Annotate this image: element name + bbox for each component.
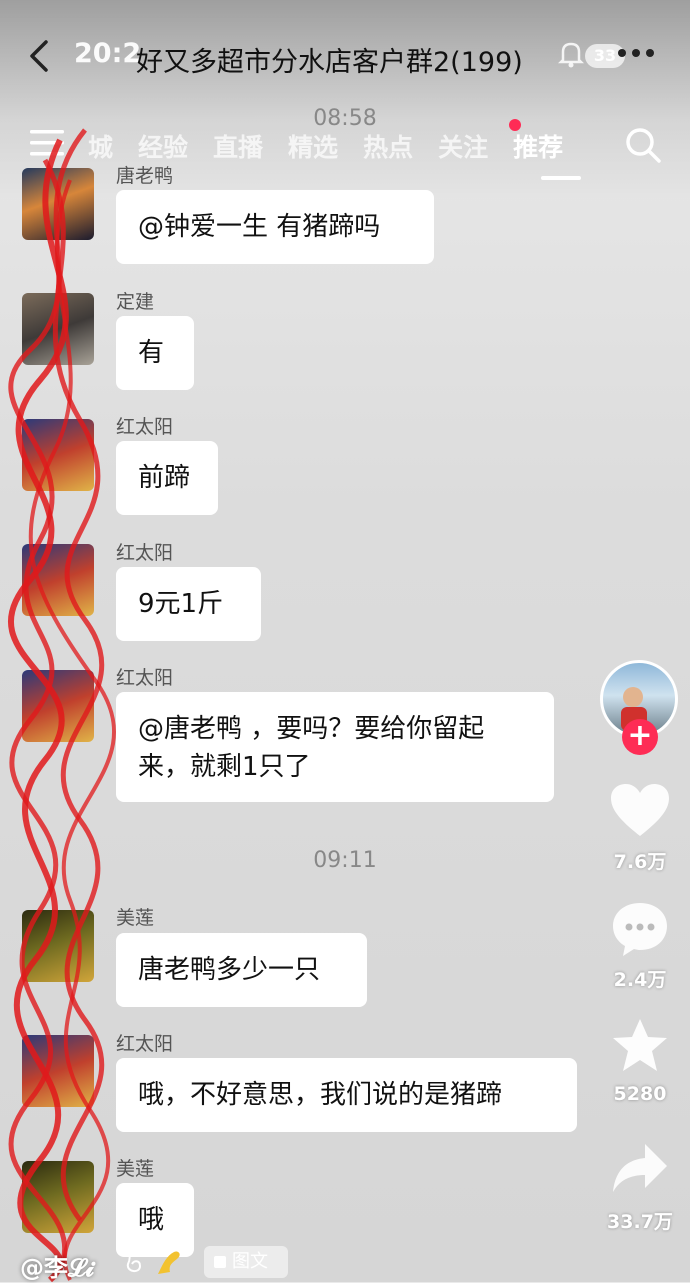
sender-name: 红太阳	[116, 1033, 174, 1055]
back-icon[interactable]	[22, 38, 58, 74]
sender-name: 红太阳	[116, 667, 174, 689]
sender-name: 唐老鸭	[116, 165, 174, 187]
tab-mall[interactable]: 城	[88, 128, 113, 164]
avatar[interactable]	[22, 419, 94, 491]
more-icon[interactable]	[612, 38, 660, 68]
feed-tabs: 城 经验 直播 精选 热点 关注 推荐	[88, 128, 588, 164]
message-bubble: @钟爱一生 有猪蹄吗	[116, 190, 434, 264]
top-overlay	[0, 0, 690, 200]
share-count: 33.7万	[607, 1211, 673, 1233]
group-title: 好又多超市分水店客户群2(199)	[136, 47, 523, 78]
message-bubble: 唐老鸭多少一只	[116, 933, 367, 1007]
sender-name: 红太阳	[116, 542, 174, 564]
bell-icon	[557, 40, 585, 68]
avatar[interactable]	[22, 1035, 94, 1107]
author-handle[interactable]: @李𝓛𝓲	[20, 1248, 94, 1283]
tab-live[interactable]: 直播	[213, 128, 263, 164]
share-icon[interactable]	[609, 1140, 671, 1198]
sender-name: 美莲	[116, 1158, 155, 1180]
avatar[interactable]	[22, 910, 94, 982]
avatar[interactable]	[22, 670, 94, 742]
chat-timestamp: 09:11	[313, 848, 377, 873]
tab-following[interactable]: 关注	[438, 128, 488, 164]
follow-button[interactable]: +	[622, 719, 658, 755]
sender-name: 美莲	[116, 907, 155, 929]
tab-experience[interactable]: 经验	[138, 128, 188, 164]
comment-count: 2.4万	[613, 969, 667, 991]
tab-trending[interactable]: 热点	[363, 128, 413, 164]
message-bubble: 前蹄	[116, 441, 218, 515]
avatar[interactable]	[22, 168, 94, 240]
sender-name: 红太阳	[116, 416, 174, 438]
message-bubble: 9元1斤	[116, 567, 261, 641]
favorite-count: 5280	[613, 1083, 667, 1105]
like-count: 7.6万	[613, 851, 667, 873]
star-icon[interactable]	[609, 1017, 671, 1075]
tab-featured[interactable]: 精选	[288, 128, 338, 164]
menu-icon[interactable]	[30, 128, 66, 158]
emoji-icon	[118, 1244, 188, 1278]
avatar[interactable]	[22, 293, 94, 365]
avatar[interactable]	[22, 1161, 94, 1233]
chat-timestamp: 08:58	[313, 106, 377, 131]
message-bubble: 有	[116, 316, 194, 390]
avatar[interactable]	[22, 544, 94, 616]
comment-icon[interactable]	[609, 900, 671, 958]
message-bubble: 哦，不好意思，我们说的是猪蹄	[116, 1058, 577, 1132]
tab-recommended[interactable]: 推荐	[513, 128, 563, 164]
message-bubble: @唐老鸭 ，要吗？要给你留起来，就剩1只了	[116, 692, 554, 802]
image-post-tag: 图文	[204, 1246, 288, 1278]
status-time: 20:2	[74, 38, 142, 69]
sender-name: 定建	[116, 291, 155, 313]
active-tab-indicator	[541, 176, 581, 180]
heart-icon[interactable]	[609, 782, 671, 840]
image-tag-label: 图文	[232, 1251, 268, 1272]
image-icon	[214, 1256, 226, 1268]
search-icon[interactable]	[624, 126, 662, 164]
